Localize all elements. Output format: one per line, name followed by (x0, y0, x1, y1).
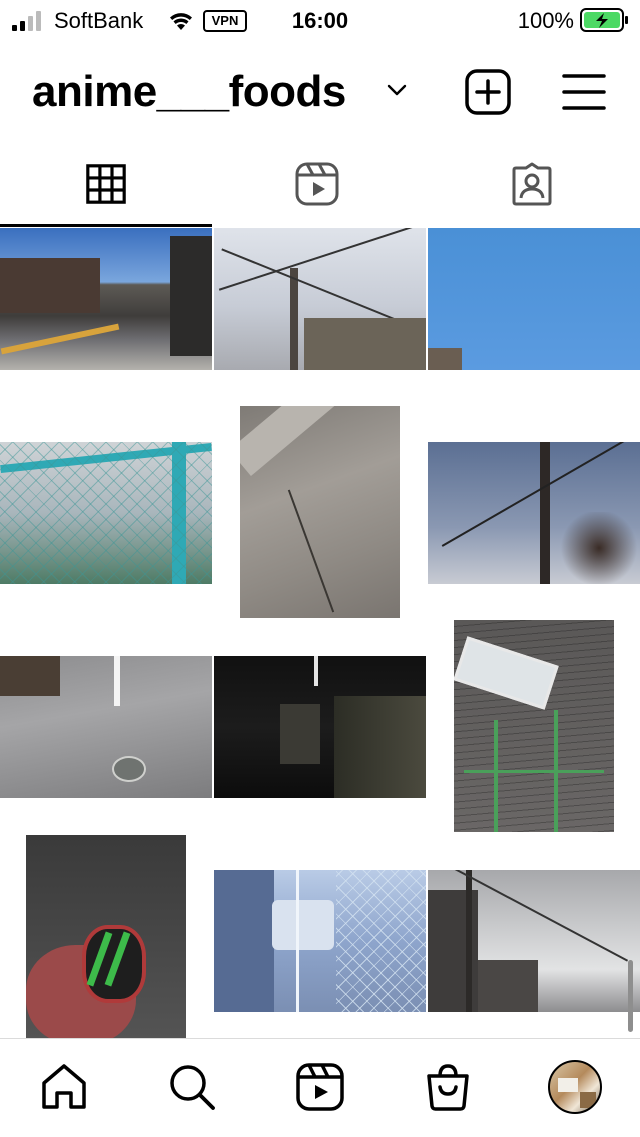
post-thumbnail[interactable] (214, 870, 426, 1012)
post-thumbnail[interactable] (454, 620, 614, 832)
post-thumbnail[interactable] (428, 870, 640, 1012)
post-thumbnail[interactable] (214, 228, 426, 370)
post-thumbnail[interactable] (0, 656, 212, 798)
nav-search[interactable] (166, 1061, 218, 1113)
post-thumbnail[interactable] (428, 228, 640, 370)
profile-avatar[interactable] (548, 1060, 602, 1114)
bottom-navigation (0, 1038, 640, 1137)
tab-reels[interactable] (213, 150, 426, 226)
profile-tabs (0, 150, 640, 230)
tab-posts-grid[interactable] (0, 150, 213, 226)
post-thumbnail[interactable] (214, 656, 426, 798)
reels-icon (295, 162, 339, 206)
profile-header: anime___foods (0, 60, 640, 124)
status-bar: SoftBank VPN 16:00 100% (0, 0, 640, 40)
tab-tagged[interactable] (426, 150, 639, 226)
profile-username[interactable]: anime___foods (32, 66, 346, 118)
battery-percent: 100% (517, 8, 574, 33)
post-thumbnail[interactable] (240, 406, 400, 618)
search-icon (170, 1065, 215, 1110)
add-post-icon[interactable] (464, 68, 512, 116)
chevron-down-icon[interactable] (386, 82, 408, 98)
home-icon (42, 1064, 86, 1109)
menu-icon[interactable] (560, 68, 608, 116)
battery-charging-icon (580, 8, 628, 32)
tagged-person-icon (512, 162, 552, 206)
selected-tab-indicator (0, 224, 212, 227)
nav-shop[interactable] (422, 1061, 474, 1113)
nav-home[interactable] (38, 1061, 90, 1113)
reels-icon (296, 1063, 344, 1111)
nav-reels[interactable] (294, 1061, 346, 1113)
post-thumbnail[interactable] (428, 442, 640, 584)
posts-grid (0, 228, 640, 1038)
shop-bag-icon (427, 1064, 469, 1111)
post-thumbnail[interactable] (0, 442, 212, 584)
scrollbar[interactable] (628, 960, 633, 1032)
post-thumbnail[interactable] (26, 835, 186, 1038)
post-thumbnail[interactable] (0, 228, 212, 370)
grid-icon (86, 164, 126, 204)
